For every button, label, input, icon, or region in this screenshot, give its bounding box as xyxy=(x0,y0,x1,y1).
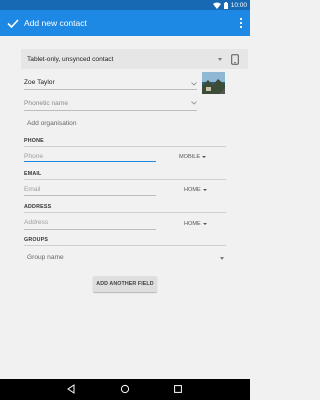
phone-field[interactable]: Phone xyxy=(24,153,43,160)
phone-type-select[interactable]: MOBILE xyxy=(179,154,207,160)
account-selector[interactable]: Tablet-only, unsynced contact xyxy=(21,49,248,69)
photo-image xyxy=(202,72,225,94)
phone-section-title: PHONE xyxy=(24,138,44,144)
address-type-label: HOME xyxy=(184,221,201,227)
recent-apps-icon[interactable] xyxy=(173,384,183,394)
phone-type-label: MOBILE xyxy=(179,154,201,160)
more-options-icon[interactable] xyxy=(238,17,244,29)
address-type-select[interactable]: HOME xyxy=(184,221,207,227)
contact-photo[interactable] xyxy=(202,72,225,94)
address-type-caret-icon xyxy=(202,223,207,225)
back-icon[interactable] xyxy=(66,384,76,394)
group-name-select[interactable]: Group name xyxy=(27,254,64,261)
name-field[interactable]: Zoe Taylor xyxy=(24,79,55,86)
expand-phonetic-icon[interactable] xyxy=(191,101,197,105)
status-icons: 10:00 xyxy=(212,0,247,10)
email-field[interactable]: Email xyxy=(24,186,41,193)
email-underline xyxy=(24,195,156,196)
phonetic-underline xyxy=(24,110,197,111)
group-caret-icon xyxy=(220,257,224,260)
email-type-caret-icon xyxy=(202,189,207,191)
email-type-select[interactable]: HOME xyxy=(184,187,207,193)
address-section-title: ADDRESS xyxy=(24,204,52,210)
battery-icon xyxy=(223,1,228,9)
email-divider xyxy=(24,179,226,180)
address-field[interactable]: Address xyxy=(24,219,48,226)
phonetic-name-field[interactable]: Phonetic name xyxy=(24,100,68,107)
expand-name-icon[interactable] xyxy=(191,82,197,86)
navigation-bar xyxy=(0,379,250,400)
home-icon[interactable] xyxy=(120,384,130,394)
dropdown-caret-icon xyxy=(218,57,222,61)
add-another-field-button[interactable]: ADD ANOTHER FIELD xyxy=(93,276,157,292)
phone-type-caret-icon xyxy=(202,156,207,158)
wifi-icon xyxy=(212,1,221,9)
name-underline xyxy=(24,89,197,90)
app-bar: Add new contact xyxy=(0,10,250,36)
groups-divider xyxy=(24,245,226,246)
address-underline xyxy=(24,229,156,230)
groups-section-title: GROUPS xyxy=(24,237,49,243)
page-title: Add new contact xyxy=(24,18,87,28)
address-divider xyxy=(24,212,226,213)
email-section-title: EMAIL xyxy=(24,171,42,177)
add-organisation-link[interactable]: Add organisation xyxy=(27,120,77,127)
phone-underline xyxy=(24,161,156,162)
tablet-icon xyxy=(231,53,239,65)
check-icon[interactable] xyxy=(6,16,20,30)
account-label: Tablet-only, unsynced contact xyxy=(27,55,114,63)
status-bar: 10:00 xyxy=(0,0,250,10)
status-time: 10:00 xyxy=(230,1,247,9)
phone-divider xyxy=(24,146,226,147)
email-type-label: HOME xyxy=(184,187,201,193)
